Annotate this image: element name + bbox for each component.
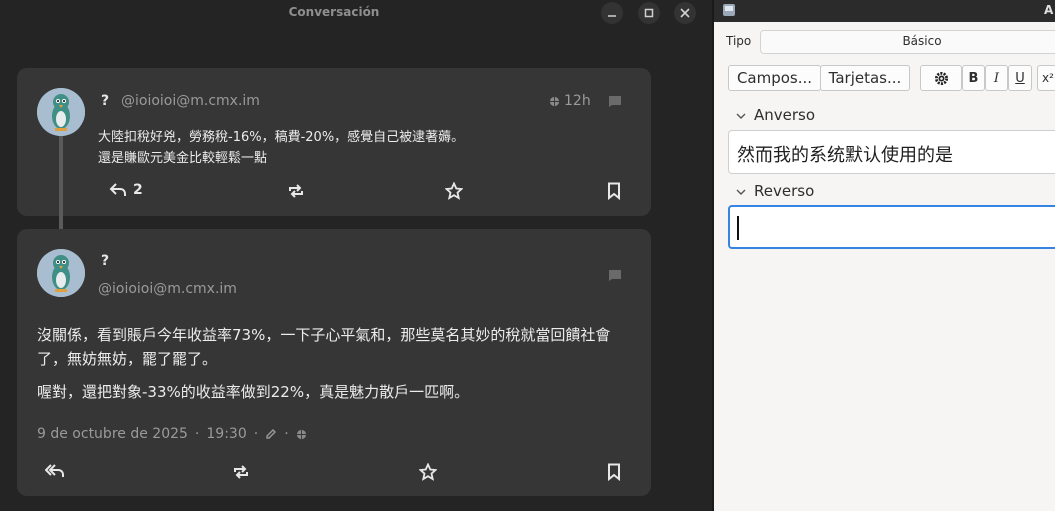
boost-icon (234, 465, 248, 479)
boost-icon (289, 184, 303, 198)
maximize-button[interactable] (638, 2, 660, 24)
post-text-line: 大陸扣稅好兇，勞務稅-16%，稿費-20%，感覺自己被逮著薅。 (98, 130, 465, 145)
bold-button[interactable]: B (962, 65, 985, 91)
post-time: 19:30 (206, 426, 247, 442)
post-date: 9 de octubre de 2025 (37, 426, 188, 442)
reply-button[interactable]: 2 (109, 182, 143, 198)
bookmark-icon (608, 182, 620, 200)
reply-all-button[interactable] (45, 463, 65, 479)
minimize-icon (608, 15, 616, 17)
globe-icon (549, 96, 560, 106)
separator: · (253, 426, 259, 442)
conversation-window: Conversación ? @ioioioi@m.cmx.im 12h 大陸扣… (0, 0, 712, 511)
author-handle[interactable]: @ioioioi@m.cmx.im (98, 281, 237, 297)
bookmark-button[interactable] (607, 463, 621, 481)
post-content: 沒關係，看到賬戶今年收益率73%，一下子心平氣和，那些莫名其妙的稅就當回饋社會了… (37, 323, 633, 404)
post-time-text: 12h (564, 93, 591, 109)
close-button[interactable] (674, 2, 696, 24)
avatar[interactable] (37, 88, 85, 136)
close-icon (680, 8, 690, 18)
separator: · (194, 426, 200, 442)
underline-button[interactable]: U (1008, 65, 1032, 91)
avatar[interactable] (37, 249, 85, 297)
italic-button[interactable]: I (985, 65, 1008, 91)
author-name[interactable]: ? (101, 93, 109, 109)
superscript-button[interactable]: x² (1037, 65, 1055, 91)
star-icon (445, 182, 463, 200)
favorite-button[interactable] (419, 463, 437, 481)
favorite-button[interactable] (445, 182, 463, 200)
post-time: 12h (549, 93, 591, 109)
text-cursor (737, 216, 739, 240)
message-icon (609, 96, 621, 107)
chevron-down-icon[interactable] (736, 188, 746, 196)
title-bar: Conversación (0, 0, 712, 26)
add-note-window: A Tipo Básico Campos... Tarjetas... B I … (712, 0, 1055, 511)
settings-button[interactable] (920, 65, 962, 91)
post-card[interactable]: ? @ioioioi@m.cmx.im 12h 大陸扣稅好兇，勞務稅-16%，稿… (17, 68, 651, 284)
separator: · (284, 426, 289, 442)
post-text-line: 還是賺歐元美金比較輕鬆一點 (98, 151, 268, 166)
app-icon (723, 4, 735, 16)
author-handle[interactable]: @ioioioi@m.cmx.im (121, 93, 260, 109)
reply-count: 2 (133, 182, 143, 198)
back-field[interactable] (728, 205, 1055, 249)
author-name[interactable]: ? (101, 253, 109, 269)
boost-button[interactable] (287, 183, 305, 199)
window-title: A (1044, 3, 1054, 17)
fields-button[interactable]: Campos... (728, 65, 821, 91)
chevron-down-icon[interactable] (736, 112, 746, 120)
post-paragraph: 沒關係，看到賬戶今年收益率73%，一下子心平氣和，那些莫名其妙的稅就當回饋社會了… (37, 326, 611, 368)
edited-icon (266, 429, 277, 439)
penguin-avatar-icon (37, 249, 85, 297)
cards-button[interactable]: Tarjetas... (820, 65, 910, 91)
minimize-button[interactable] (601, 2, 623, 24)
post-card-focused[interactable]: ? @ioioioi@m.cmx.im 沒關係，看到賬戶今年收益率73%，一下子… (17, 229, 651, 496)
reply-all-icon (45, 464, 64, 477)
note-type-selector[interactable]: Básico (760, 30, 1055, 54)
bookmark-button[interactable] (607, 182, 621, 200)
boost-button[interactable] (232, 464, 250, 480)
title-bar: A (714, 0, 1055, 22)
tipo-label: Tipo (726, 34, 752, 48)
post-content: 大陸扣稅好兇，勞務稅-16%，稿費-20%，感覺自己被逮著薅。 還是賺歐元美金比… (98, 127, 628, 169)
reply-icon (109, 183, 126, 196)
note-type-value: Básico (902, 34, 942, 48)
post-paragraph: 喔對，還把對象-33%的收益率做到22%，真是魅力散戶一匹啊。 (37, 383, 470, 401)
bookmark-icon (608, 463, 620, 481)
globe-icon (296, 429, 306, 439)
message-icon (609, 270, 621, 281)
front-field-value: 然而我的系统默认使用的是 (737, 145, 953, 166)
window-title: Conversación (288, 5, 380, 19)
post-date-row: 9 de octubre de 2025 · 19:30 · · (37, 426, 307, 442)
front-field[interactable]: 然而我的系统默认使用的是 (728, 130, 1055, 174)
maximize-icon (644, 8, 654, 18)
penguin-avatar-icon (37, 88, 85, 136)
front-field-label: Anverso (754, 106, 816, 124)
star-icon (419, 463, 437, 481)
back-field-label: Reverso (754, 182, 815, 200)
gear-icon (934, 71, 948, 85)
